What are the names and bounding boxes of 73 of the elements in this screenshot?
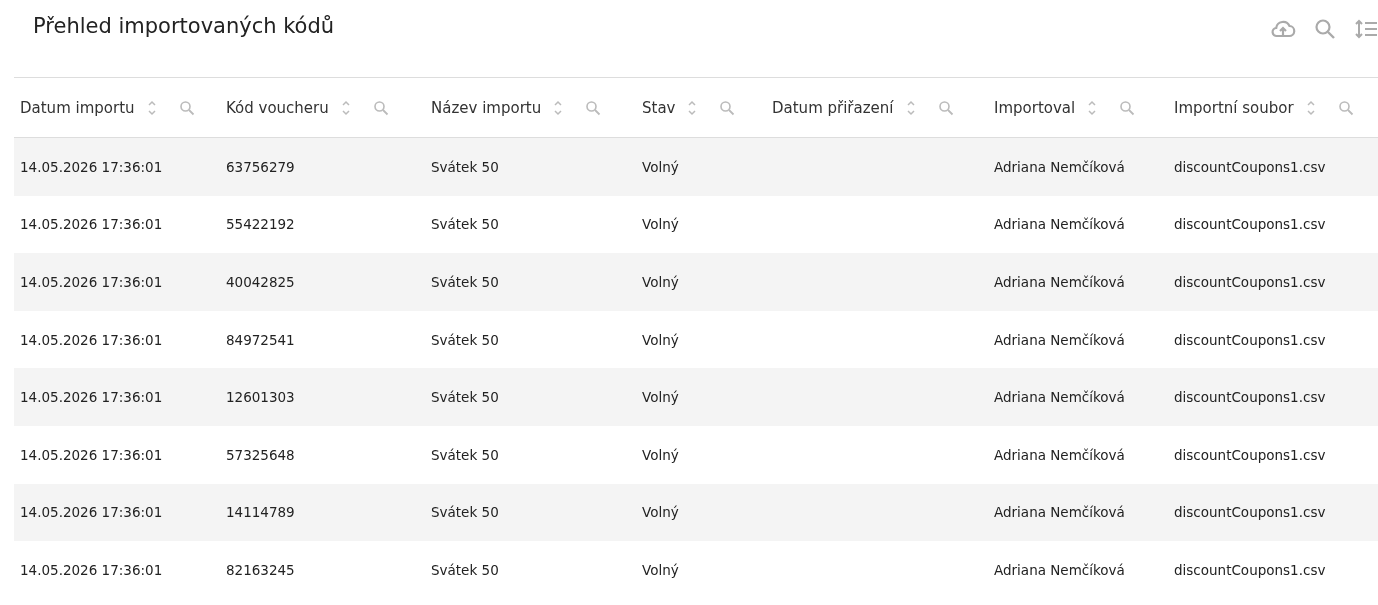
table-cell: Adriana Nemčíková (994, 158, 1125, 175)
table-cell: 14.05.2026 17:36:01 (20, 331, 163, 348)
table-cell: 12601303 (226, 389, 295, 406)
table-cell: Volný (642, 446, 679, 463)
table-cell: Svátek 50 (431, 216, 499, 233)
table-cell: 14.05.2026 17:36:01 (20, 158, 163, 175)
cloud-upload-icon[interactable] (1270, 18, 1296, 40)
table-cell: Svátek 50 (431, 274, 499, 290)
sort-icon[interactable] (553, 98, 564, 117)
table-cell: Volný (642, 389, 679, 406)
sort-icon[interactable] (146, 98, 157, 117)
table-cell: Volný (642, 274, 679, 290)
table-cell: 40042825 (226, 274, 295, 290)
table-cell: 14114789 (226, 504, 295, 521)
column-header: Kód voucheru (226, 98, 329, 117)
table-cell: Svátek 50 (431, 158, 499, 175)
column-header: Importní soubor (1174, 98, 1294, 117)
table-cell: 14.05.2026 17:36:01 (20, 561, 163, 578)
search-icon[interactable] (719, 99, 736, 116)
search-icon[interactable] (1119, 99, 1136, 116)
search-icon[interactable] (178, 99, 195, 116)
table-cell: 14.05.2026 17:36:01 (20, 504, 163, 521)
table-cell: Adriana Nemčíková (994, 504, 1125, 521)
table-cell: Adriana Nemčíková (994, 331, 1125, 348)
table-cell: 14.05.2026 17:36:01 (20, 389, 163, 406)
table-cell: 82163245 (226, 561, 295, 578)
search-icon[interactable] (937, 99, 954, 116)
table-cell: 14.05.2026 17:36:01 (20, 274, 163, 290)
sort-icon[interactable] (905, 98, 916, 117)
table-cell: Adriana Nemčíková (994, 274, 1125, 290)
sort-icon[interactable] (1305, 98, 1316, 117)
table-cell: discountCoupons1.csv (1174, 504, 1326, 521)
table-cell: discountCoupons1.csv (1174, 274, 1326, 290)
table-cell: 57325648 (226, 446, 295, 463)
table-cell: Svátek 50 (431, 331, 499, 348)
search-icon[interactable] (585, 99, 602, 116)
column-header: Stav (642, 98, 676, 117)
table-cell: Svátek 50 (431, 504, 499, 521)
row-height-icon[interactable] (1354, 18, 1378, 40)
table-cell: 84972541 (226, 331, 295, 348)
table-cell: Volný (642, 216, 679, 233)
table-cell: Svátek 50 (431, 561, 499, 578)
table-cell: Adriana Nemčíková (994, 389, 1125, 406)
table-cell: Volný (642, 158, 679, 175)
table-cell: discountCoupons1.csv (1174, 446, 1326, 463)
sort-icon[interactable] (1087, 98, 1098, 117)
column-header: Datum přiřazení (772, 98, 894, 117)
table-cell: Svátek 50 (431, 446, 499, 463)
column-header: Název importu (431, 98, 542, 117)
column-header: Datum importu (20, 98, 135, 117)
search-icon[interactable] (1337, 99, 1354, 116)
table-cell: 14.05.2026 17:36:01 (20, 446, 163, 463)
table-cell: discountCoupons1.csv (1174, 389, 1326, 406)
table-cell: discountCoupons1.csv (1174, 561, 1326, 578)
page-title: Přehled importovaných kódů (33, 14, 335, 38)
table-cell: Volný (642, 561, 679, 578)
search-icon[interactable] (372, 99, 389, 116)
table-cell: Adriana Nemčíková (994, 561, 1125, 578)
table-cell: 63756279 (226, 158, 295, 175)
column-header: Importoval (994, 98, 1076, 117)
table-cell: discountCoupons1.csv (1174, 216, 1326, 233)
table-cell: Svátek 50 (431, 389, 499, 406)
table-cell: Volný (642, 331, 679, 348)
table-cell: discountCoupons1.csv (1174, 331, 1326, 348)
table-cell: Adriana Nemčíková (994, 216, 1125, 233)
table-cell: Volný (642, 504, 679, 521)
table-cell: 55422192 (226, 216, 295, 233)
table-cell: discountCoupons1.csv (1174, 158, 1326, 175)
sort-icon[interactable] (687, 98, 698, 117)
search-icon[interactable] (1314, 18, 1336, 40)
sort-icon[interactable] (340, 98, 351, 117)
table-cell: Adriana Nemčíková (994, 446, 1125, 463)
table-cell: 14.05.2026 17:36:01 (20, 216, 163, 233)
